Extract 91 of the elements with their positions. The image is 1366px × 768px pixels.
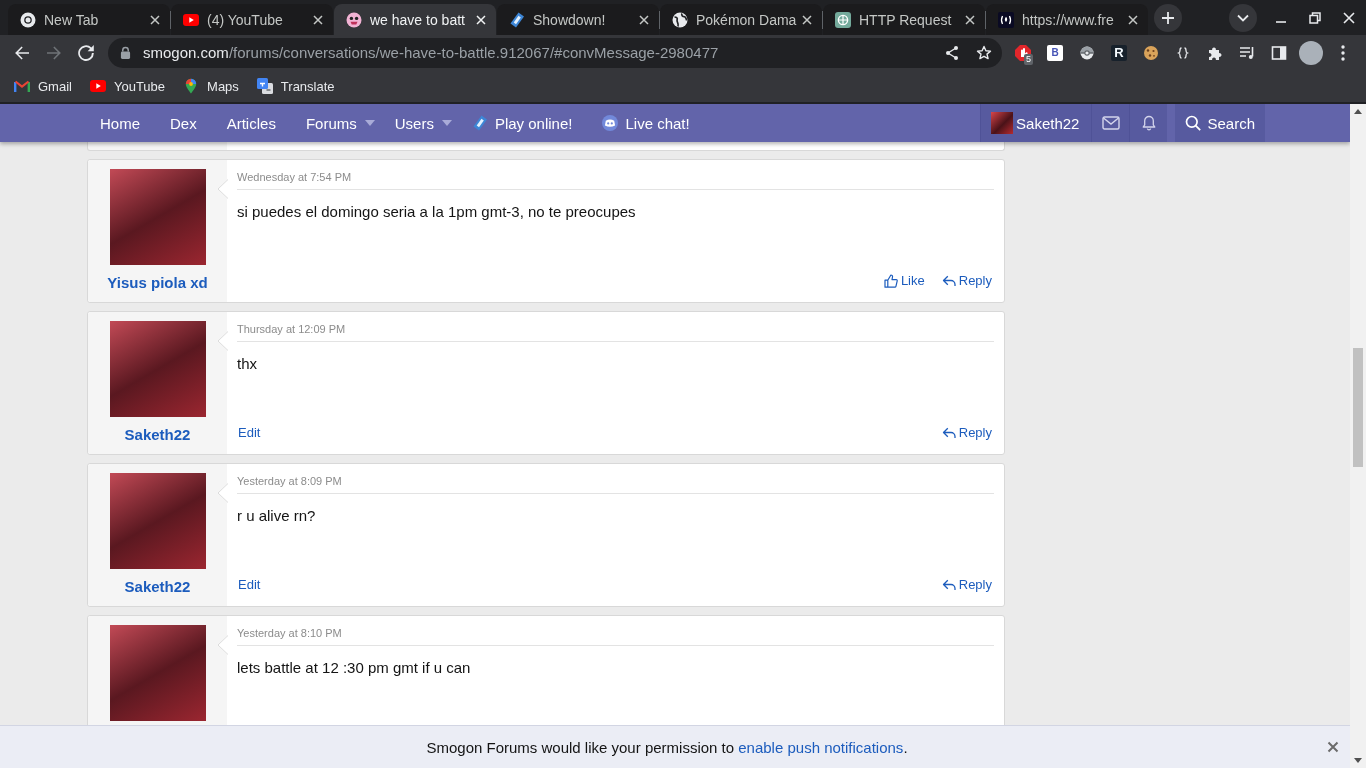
play-icon <box>89 78 106 94</box>
browser-tab[interactable]: New Tab <box>8 4 170 35</box>
browser-tab[interactable]: (4) YouTube <box>171 4 333 35</box>
cookie-icon[interactable] <box>1143 44 1159 61</box>
tab-search-button[interactable] <box>1229 3 1257 32</box>
translate-icon <box>256 78 273 94</box>
playlist-icon[interactable] <box>1239 44 1255 61</box>
reply-button[interactable]: Reply <box>941 272 992 289</box>
reload-icon[interactable] <box>76 42 96 63</box>
close-icon[interactable] <box>1128 14 1138 25</box>
braces-icon[interactable] <box>1175 44 1191 61</box>
count-badge: 5 <box>1024 53 1033 65</box>
ball-icon[interactable] <box>1079 44 1095 61</box>
scroll-up-icon[interactable] <box>1354 109 1362 114</box>
like-button[interactable]: Like <box>883 272 925 289</box>
close-icon[interactable] <box>639 14 649 25</box>
bookmark-link[interactable]: Translate <box>248 72 343 100</box>
mask-icon <box>602 115 619 131</box>
message-text: lets battle at 12 :30 pm gmt if u can <box>237 659 472 677</box>
chevron-down-icon <box>1237 13 1249 22</box>
bookmark-link[interactable]: YouTube <box>81 72 174 100</box>
avatar-photo <box>991 112 1014 134</box>
browser-tab[interactable]: Showdown! <box>497 4 659 35</box>
face-icon <box>346 11 362 28</box>
messages-button[interactable] <box>1091 104 1130 142</box>
more-icon[interactable] <box>1341 44 1345 61</box>
plus-icon <box>1161 10 1175 25</box>
browser-tab[interactable]: HTTP Request <box>823 4 985 35</box>
tilted-bar-icon <box>509 11 525 28</box>
reply-button[interactable]: Reply <box>941 576 992 593</box>
message-date: Yesterday at 8:10 PM <box>237 627 342 639</box>
close-icon[interactable] <box>150 14 160 25</box>
ring-icon <box>20 11 36 28</box>
parens-tile-icon <box>998 11 1014 28</box>
message-date: Wednesday at 7:54 PM <box>237 171 352 183</box>
bookmark-link[interactable]: Maps <box>175 72 247 100</box>
notification-text: Smogon Forums would like your permission to enable push notifications. <box>426 738 908 756</box>
message-text: si puedes el domingo seria a la 1pm gmt-3, no te preocupes <box>237 203 637 221</box>
reply-icon <box>941 577 956 592</box>
nav-link[interactable]: Dex <box>155 104 212 142</box>
play-icon <box>183 11 199 28</box>
edit-button[interactable]: Edit <box>238 424 261 441</box>
extension-button[interactable]: B <box>1047 44 1063 61</box>
close-icon[interactable] <box>965 14 975 25</box>
message-text: thx <box>237 355 258 373</box>
close-icon[interactable] <box>802 14 812 25</box>
scrollbar-thumb[interactable] <box>1353 348 1363 467</box>
thumbs-up-icon <box>883 273 898 288</box>
nav-link[interactable]: Articles <box>211 104 291 142</box>
search-button[interactable]: Search <box>1175 104 1265 142</box>
browser-tab[interactable]: we have to batt <box>334 4 496 35</box>
lock-icon <box>120 46 131 59</box>
profile-avatar[interactable] <box>1299 40 1323 65</box>
close-icon[interactable] <box>313 14 323 25</box>
address-bar[interactable]: smogon.com/forums/conversations/we-have-to-battle.912067/#convMessage-2980477 <box>108 37 1002 68</box>
restore-icon[interactable] <box>1309 11 1321 24</box>
envelope-icon <box>1101 116 1120 130</box>
account-button[interactable]: Saketh22 <box>980 104 1092 142</box>
alerts-button[interactable] <box>1129 104 1168 142</box>
star-icon[interactable] <box>976 44 992 61</box>
side-panel-icon[interactable] <box>1271 44 1287 61</box>
edit-button[interactable]: Edit <box>238 576 261 593</box>
tilted-bar-icon <box>471 115 488 131</box>
nav-link[interactable]: Home <box>85 104 155 142</box>
username-link[interactable]: Saketh22 <box>124 426 191 443</box>
nav-link[interactable]: Play online! <box>456 104 588 142</box>
nav-link[interactable]: Forums <box>290 104 380 142</box>
crosshair-tile-icon <box>835 11 851 28</box>
globe-icon <box>672 11 688 28</box>
bell-icon <box>1140 115 1157 131</box>
username-link[interactable]: Yisus piola xd <box>107 274 208 291</box>
mail-icon <box>14 78 30 94</box>
nav-link[interactable]: Live chat! <box>587 104 705 142</box>
browser-tab[interactable]: Pokémon Dama <box>660 4 822 35</box>
new-tab-button[interactable] <box>1154 3 1182 32</box>
message-text: r u alive rn? <box>237 507 317 525</box>
browser-tab[interactable]: https://www.fre <box>986 4 1148 35</box>
reply-icon <box>941 425 956 440</box>
nav-link[interactable]: Users <box>379 104 457 142</box>
message-date: Thursday at 12:09 PM <box>237 323 346 335</box>
search-icon <box>1185 115 1202 131</box>
extension-button[interactable]: R <box>1111 44 1127 61</box>
extension-button[interactable]: 5 <box>1007 36 1039 69</box>
message-date: Yesterday at 8:09 PM <box>237 475 342 487</box>
bookmark-link[interactable]: Gmail <box>6 72 80 100</box>
reply-icon <box>941 273 956 288</box>
reply-button[interactable]: Reply <box>941 424 992 441</box>
notification-link[interactable]: enable push notifications <box>738 738 904 756</box>
share-icon[interactable] <box>944 44 960 61</box>
username-link[interactable]: Saketh22 <box>124 578 191 595</box>
scroll-down-icon[interactable] <box>1354 758 1362 763</box>
